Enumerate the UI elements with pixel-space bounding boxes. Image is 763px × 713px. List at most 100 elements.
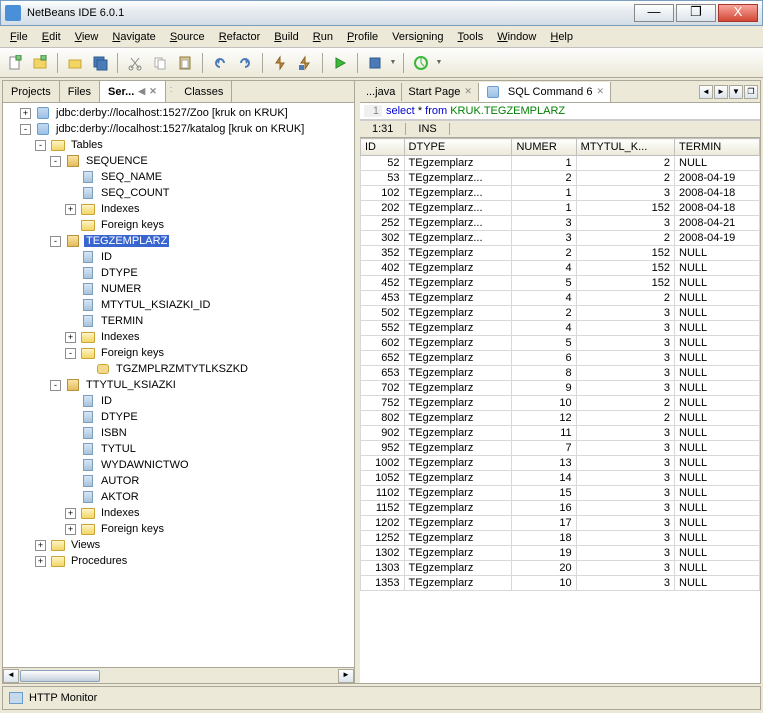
cell[interactable]: TEgzemplarz	[404, 561, 512, 576]
cell[interactable]: 352	[361, 246, 405, 261]
cell[interactable]: 15	[512, 486, 576, 501]
cell[interactable]: NULL	[675, 306, 760, 321]
collapse-icon[interactable]: -	[50, 156, 61, 167]
services-tree[interactable]: + jdbc:derby://localhost:1527/Zoo [kruk o…	[3, 103, 354, 667]
cell[interactable]: 1303	[361, 561, 405, 576]
cell[interactable]: 1302	[361, 546, 405, 561]
db-connection[interactable]: jdbc:derby://localhost:1527/Zoo [kruk on…	[54, 107, 290, 119]
cell[interactable]: TEgzemplarz	[404, 246, 512, 261]
cell[interactable]: TEgzemplarz	[404, 306, 512, 321]
maximize-editor-button[interactable]: ❐	[744, 85, 758, 99]
cell[interactable]: 19	[512, 546, 576, 561]
table-row[interactable]: 1303TEgzemplarz203NULL	[361, 561, 760, 576]
cell[interactable]: TEgzemplarz...	[404, 216, 512, 231]
menu-tools[interactable]: Tools	[452, 29, 490, 45]
editor-tab-sql[interactable]: SQL Command 6✕	[479, 82, 611, 102]
cell[interactable]: TEgzemplarz...	[404, 171, 512, 186]
table-row[interactable]: 902TEgzemplarz113NULL	[361, 426, 760, 441]
cell[interactable]: 3	[512, 231, 576, 246]
cell[interactable]: 3	[576, 351, 674, 366]
cell[interactable]: 102	[361, 186, 405, 201]
cell[interactable]: 3	[576, 216, 674, 231]
cell[interactable]: 2	[576, 156, 674, 171]
menu-source[interactable]: Source	[164, 29, 211, 45]
cell[interactable]: 752	[361, 396, 405, 411]
column[interactable]: SEQ_NAME	[99, 171, 164, 183]
table-row[interactable]: 252TEgzemplarz...332008-04-21	[361, 216, 760, 231]
cell[interactable]: NULL	[675, 321, 760, 336]
menu-file[interactable]: File	[4, 29, 34, 45]
close-button[interactable]: X	[718, 4, 758, 22]
cell[interactable]: 17	[512, 516, 576, 531]
cell[interactable]: 152	[576, 276, 674, 291]
undo-button[interactable]	[209, 52, 231, 74]
clean-build-button[interactable]	[294, 52, 316, 74]
table-row[interactable]: 1353TEgzemplarz103NULL	[361, 576, 760, 591]
cell[interactable]: 10	[512, 396, 576, 411]
cell[interactable]: 6	[512, 351, 576, 366]
cell[interactable]: NULL	[675, 426, 760, 441]
tab-projects[interactable]: Projects	[3, 81, 60, 102]
cell[interactable]: 2	[576, 396, 674, 411]
cell[interactable]: 453	[361, 291, 405, 306]
cell[interactable]: 1052	[361, 471, 405, 486]
cell[interactable]: 2008-04-18	[675, 201, 760, 216]
scroll-left-icon[interactable]: ◄	[3, 669, 19, 683]
cell[interactable]: 13	[512, 456, 576, 471]
cell[interactable]: 18	[512, 531, 576, 546]
cell[interactable]: NULL	[675, 546, 760, 561]
cell[interactable]: 602	[361, 336, 405, 351]
column[interactable]: AUTOR	[99, 475, 141, 487]
cell[interactable]: 152	[576, 246, 674, 261]
column[interactable]: DTYPE	[99, 267, 140, 279]
maximize-button[interactable]: ❐	[676, 4, 716, 22]
table-row[interactable]: 802TEgzemplarz122NULL	[361, 411, 760, 426]
cell[interactable]: NULL	[675, 411, 760, 426]
cell[interactable]: 2008-04-18	[675, 186, 760, 201]
cell[interactable]: 1	[512, 201, 576, 216]
results-table[interactable]: IDDTYPENUMERMTYTUL_K...TERMIN 52TEgzempl…	[360, 138, 760, 591]
cell[interactable]: TEgzemplarz...	[404, 201, 512, 216]
cell[interactable]: NULL	[675, 561, 760, 576]
run-button[interactable]	[329, 52, 351, 74]
cell[interactable]: 3	[576, 471, 674, 486]
cell[interactable]: NULL	[675, 261, 760, 276]
indexes-folder[interactable]: Indexes	[99, 507, 142, 519]
fk-folder[interactable]: Foreign keys	[99, 219, 166, 231]
cell[interactable]: 502	[361, 306, 405, 321]
cell[interactable]: 53	[361, 171, 405, 186]
build-button[interactable]	[269, 52, 291, 74]
cell[interactable]: 3	[576, 561, 674, 576]
cell[interactable]: 702	[361, 381, 405, 396]
cell[interactable]: TEgzemplarz	[404, 576, 512, 591]
cell[interactable]: 8	[512, 366, 576, 381]
cell[interactable]: NULL	[675, 351, 760, 366]
cell[interactable]: TEgzemplarz	[404, 321, 512, 336]
cell[interactable]: 10	[512, 576, 576, 591]
cell[interactable]: 252	[361, 216, 405, 231]
scroll-thumb[interactable]	[20, 670, 100, 682]
table-row[interactable]: 53TEgzemplarz...222008-04-19	[361, 171, 760, 186]
cell[interactable]: TEgzemplarz	[404, 456, 512, 471]
new-file-button[interactable]	[4, 52, 26, 74]
tab-files[interactable]: Files	[60, 81, 100, 102]
table-row[interactable]: 652TEgzemplarz63NULL	[361, 351, 760, 366]
cell[interactable]: NULL	[675, 366, 760, 381]
table-row[interactable]: 952TEgzemplarz73NULL	[361, 441, 760, 456]
table-row[interactable]: 1252TEgzemplarz183NULL	[361, 531, 760, 546]
cell[interactable]: 652	[361, 351, 405, 366]
cell[interactable]: TEgzemplarz	[404, 261, 512, 276]
cell[interactable]: TEgzemplarz	[404, 441, 512, 456]
cell[interactable]: TEgzemplarz	[404, 366, 512, 381]
cell[interactable]: 3	[576, 501, 674, 516]
cell[interactable]: 452	[361, 276, 405, 291]
cell[interactable]: 3	[576, 441, 674, 456]
tab-close-icon[interactable]: ✕	[464, 86, 472, 97]
foreign-key[interactable]: TGZMPLRZMTYTLKSZKD	[114, 363, 250, 375]
cell[interactable]: 2	[576, 171, 674, 186]
cell[interactable]: 3	[512, 216, 576, 231]
expand-icon[interactable]: +	[20, 108, 31, 119]
column[interactable]: ISBN	[99, 427, 129, 439]
cell[interactable]: 4	[512, 261, 576, 276]
table-row[interactable]: 52TEgzemplarz12NULL	[361, 156, 760, 171]
